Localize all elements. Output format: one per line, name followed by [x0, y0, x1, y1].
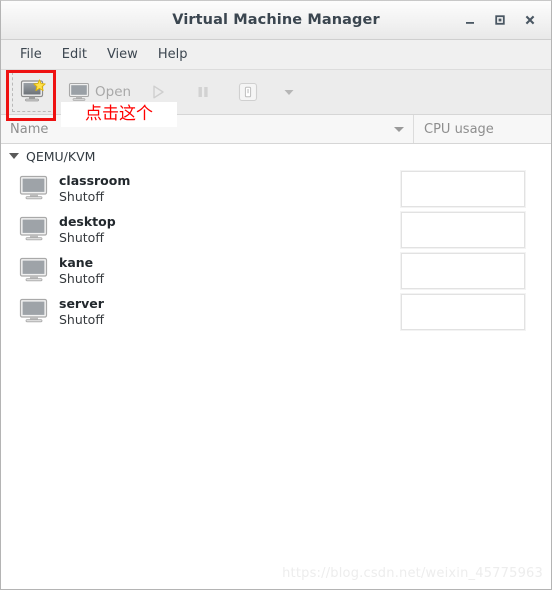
menu-item-help[interactable]: Help [148, 44, 198, 65]
close-button[interactable] [515, 5, 545, 35]
maximize-icon [495, 15, 505, 25]
column-header-cpu-label: CPU usage [424, 121, 494, 137]
monitor-icon [19, 257, 48, 282]
pause-bars-icon [198, 87, 208, 97]
window-controls [455, 1, 545, 39]
vm-list[interactable]: QEMU/KVM classroom Shutoff desktop Shuto… [1, 144, 551, 589]
cpu-usage-graph [400, 210, 526, 249]
table-row[interactable]: server Shutoff [1, 291, 551, 332]
vm-icon-wrap [19, 257, 57, 284]
connection-row-qemu-kvm[interactable]: QEMU/KVM [1, 144, 551, 168]
vm-icon-wrap [19, 216, 57, 243]
close-icon [525, 15, 535, 25]
vm-texts: desktop Shutoff [59, 214, 116, 246]
shutdown-icon [239, 82, 258, 102]
vm-texts: kane Shutoff [59, 255, 104, 287]
play-triangle-icon [153, 85, 164, 99]
vm-texts: server Shutoff [59, 296, 104, 328]
monitor-icon [19, 298, 48, 323]
window-title: Virtual Machine Manager [172, 12, 380, 28]
column-header-name-label: Name [10, 121, 49, 137]
toolbar-menu-button[interactable] [275, 75, 303, 109]
minimize-icon [466, 22, 474, 24]
cpu-usage-graph [400, 251, 526, 290]
vm-state: Shutoff [59, 311, 104, 327]
cpu-usage-graph [400, 292, 526, 331]
vm-name: desktop [59, 213, 116, 229]
table-row[interactable]: desktop Shutoff [1, 209, 551, 250]
new-virtual-machine-button[interactable] [12, 72, 56, 112]
vm-icon-wrap [19, 298, 57, 325]
table-row[interactable]: classroom Shutoff [1, 168, 551, 209]
monitor-icon [19, 216, 48, 241]
menu-item-file[interactable]: File [10, 44, 52, 65]
table-row[interactable]: kane Shutoff [1, 250, 551, 291]
menu-bar: File Edit View Help [1, 40, 551, 70]
menu-item-view[interactable]: View [97, 44, 148, 65]
chevron-down-icon [284, 90, 294, 95]
connection-label: QEMU/KVM [26, 148, 96, 164]
monitor-icon [68, 82, 90, 101]
maximize-button[interactable] [485, 5, 515, 35]
pause-button[interactable] [189, 75, 217, 109]
vm-icon-wrap [19, 175, 57, 202]
vm-name: classroom [59, 172, 131, 188]
title-bar[interactable]: Virtual Machine Manager [1, 1, 551, 40]
vm-texts: classroom Shutoff [59, 173, 130, 205]
monitor-icon [19, 175, 48, 200]
open-button-label: Open [95, 84, 132, 100]
watermark-text: https://blog.csdn.net/weixin_45775963 [282, 566, 543, 581]
sort-descending-icon[interactable] [394, 126, 404, 132]
cpu-usage-graph [400, 169, 526, 208]
vm-state: Shutoff [59, 229, 104, 245]
annotation-label: 点击这个 [61, 102, 177, 127]
vm-name: kane [59, 254, 94, 270]
vm-state: Shutoff [59, 188, 104, 204]
virtual-machine-manager-window: Virtual Machine Manager File Edit View H… [0, 0, 552, 590]
minimize-button[interactable] [455, 5, 485, 35]
menu-item-edit[interactable]: Edit [52, 44, 97, 65]
expander-triangle-icon[interactable] [9, 153, 19, 159]
new-virtual-machine-icon [20, 79, 46, 102]
vm-state: Shutoff [59, 270, 104, 286]
vm-name: server [59, 295, 104, 311]
column-header-cpu-usage[interactable]: CPU usage [414, 115, 551, 143]
shutdown-button[interactable] [231, 75, 265, 109]
